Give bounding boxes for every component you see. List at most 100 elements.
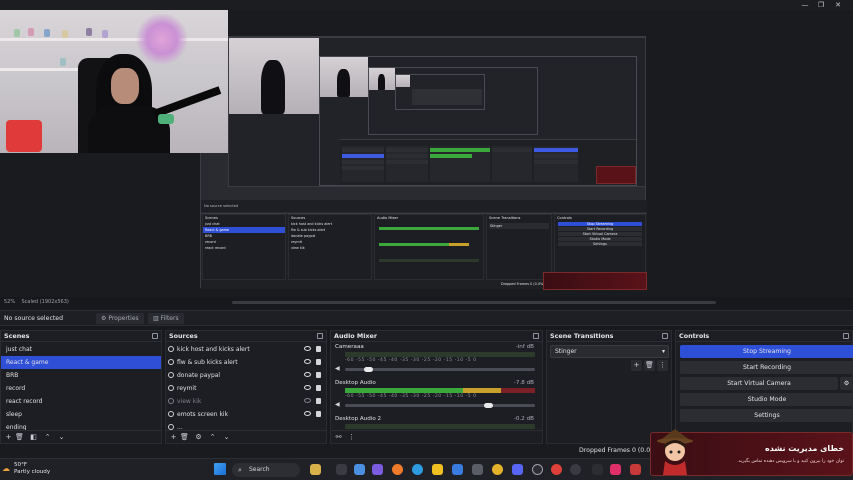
lock-icon[interactable] bbox=[316, 398, 321, 404]
maximize-icon[interactable]: ❐ bbox=[813, 0, 829, 10]
volume-slider[interactable] bbox=[345, 367, 535, 372]
firefox-icon[interactable] bbox=[392, 464, 403, 475]
stop-streaming-button[interactable]: Stop Streaming bbox=[680, 345, 853, 358]
virtual-camera-settings-button[interactable]: ⚙ bbox=[840, 377, 853, 390]
lock-icon[interactable] bbox=[316, 359, 321, 365]
dock-float-icon[interactable] bbox=[533, 333, 539, 339]
start-virtual-camera-button[interactable]: Start Virtual Camera bbox=[680, 377, 838, 390]
source-item-hidden[interactable]: view kik bbox=[166, 395, 326, 408]
lock-icon[interactable] bbox=[316, 411, 321, 417]
properties-button[interactable]: ⚙ Properties bbox=[96, 313, 144, 324]
studio-mode-button[interactable]: Studio Mode bbox=[680, 393, 853, 406]
widgets-icon[interactable] bbox=[310, 464, 321, 475]
move-up-icon[interactable]: ⌃ bbox=[43, 431, 52, 444]
filters-button[interactable]: ▥ Filters bbox=[148, 313, 184, 324]
nested-preview-3 bbox=[368, 67, 538, 135]
source-item[interactable]: kick host and kicks alert bbox=[166, 343, 326, 356]
more-icon[interactable]: ⋮ bbox=[347, 431, 356, 444]
start-recording-button[interactable]: Start Recording bbox=[680, 361, 853, 374]
alert-title: خطای مدیریت نشده bbox=[765, 444, 844, 453]
gear-icon[interactable]: ⚙ bbox=[194, 431, 203, 444]
transition-select[interactable]: Stinger ▾ bbox=[550, 345, 669, 358]
scene-item[interactable]: record bbox=[1, 382, 161, 395]
app-icon[interactable] bbox=[630, 464, 641, 475]
discord-icon[interactable] bbox=[512, 464, 523, 475]
channel-db: -7.8 dB bbox=[513, 380, 534, 386]
close-icon[interactable]: ✕ bbox=[830, 0, 846, 10]
add-icon[interactable]: + bbox=[4, 431, 13, 444]
app-icon[interactable] bbox=[472, 464, 483, 475]
eye-icon[interactable] bbox=[304, 346, 311, 351]
meter-ticks: -60 -55 -50 -45 -40 -35 -30 -25 -20 -15 … bbox=[345, 394, 477, 399]
filter-icon[interactable]: ◧ bbox=[29, 431, 38, 444]
store-icon[interactable] bbox=[452, 464, 463, 475]
edge-icon[interactable] bbox=[412, 464, 423, 475]
trash-icon[interactable]: 🗑 bbox=[644, 360, 655, 371]
add-icon[interactable]: + bbox=[169, 431, 178, 444]
meter-fill-yellow bbox=[462, 388, 501, 393]
dropped-frames-label: Dropped Frames 0 (0.0%) bbox=[579, 447, 659, 454]
move-down-icon[interactable]: ⌄ bbox=[222, 431, 231, 444]
scene-item-selected[interactable]: React & game bbox=[1, 356, 161, 369]
chrome-icon[interactable] bbox=[492, 464, 503, 475]
volume-slider[interactable] bbox=[345, 403, 535, 408]
eye-icon[interactable] bbox=[304, 372, 311, 377]
source-item[interactable]: emots screen kik bbox=[166, 408, 326, 421]
move-down-icon[interactable]: ⌄ bbox=[57, 431, 66, 444]
settings-button[interactable]: Settings bbox=[680, 409, 853, 422]
eye-icon[interactable] bbox=[304, 411, 311, 416]
file-explorer-icon[interactable] bbox=[432, 464, 443, 475]
chevron-down-icon: ▾ bbox=[661, 348, 665, 355]
eye-icon[interactable] bbox=[304, 385, 311, 390]
channel-db: -0.2 dB bbox=[513, 416, 534, 422]
scene-item[interactable]: BRB bbox=[1, 369, 161, 382]
app-icon[interactable] bbox=[354, 464, 365, 475]
scene-item[interactable]: react record bbox=[1, 395, 161, 408]
source-item[interactable]: reymit bbox=[166, 382, 326, 395]
eye-hidden-icon[interactable] bbox=[304, 398, 311, 403]
source-item[interactable]: donate paypal bbox=[166, 369, 326, 382]
speaker-icon[interactable]: ◀ bbox=[335, 366, 341, 372]
lock-icon[interactable] bbox=[316, 346, 321, 352]
eye-icon[interactable] bbox=[304, 359, 311, 364]
dock-float-icon[interactable] bbox=[843, 333, 849, 339]
horizontal-scrollbar[interactable] bbox=[232, 301, 716, 304]
app-icon[interactable] bbox=[610, 464, 621, 475]
media-player-icon[interactable] bbox=[570, 464, 581, 475]
teams-icon[interactable] bbox=[372, 464, 383, 475]
weather-widget[interactable]: 50°F Partly cloudy bbox=[8, 462, 50, 476]
taskbar-search[interactable]: ⌕ Search bbox=[232, 463, 300, 477]
channel-name: Desktop Audio 2 bbox=[335, 416, 382, 422]
lock-icon[interactable] bbox=[316, 385, 321, 391]
scene-item[interactable]: just chat bbox=[1, 343, 161, 356]
dock-float-icon[interactable] bbox=[662, 333, 668, 339]
speaker-icon[interactable]: ◀ bbox=[335, 402, 341, 408]
trash-icon[interactable]: 🗑 bbox=[15, 431, 24, 444]
slider-knob[interactable] bbox=[363, 367, 373, 372]
lock-icon[interactable] bbox=[316, 372, 321, 378]
more-icon[interactable]: ⋮ bbox=[657, 360, 668, 371]
dock-float-icon[interactable] bbox=[317, 333, 323, 339]
title-bar: — ❐ ✕ bbox=[0, 0, 853, 10]
task-view-icon[interactable] bbox=[336, 464, 347, 475]
weather-desc: Partly cloudy bbox=[14, 469, 51, 475]
chrome-icon[interactable] bbox=[551, 464, 562, 475]
minimize-icon[interactable]: — bbox=[797, 0, 813, 10]
preview-status-bar: 52% Scaled (1902x563) bbox=[0, 297, 853, 307]
app-icon[interactable] bbox=[592, 464, 603, 475]
add-icon[interactable]: + bbox=[631, 360, 642, 371]
scene-item[interactable]: sleep bbox=[1, 408, 161, 421]
source-item[interactable]: flw & sub kicks alert bbox=[166, 356, 326, 369]
windows-start-icon[interactable] bbox=[214, 463, 226, 475]
dock-float-icon[interactable] bbox=[152, 333, 158, 339]
move-up-icon[interactable]: ⌃ bbox=[208, 431, 217, 444]
volume-meter bbox=[345, 424, 535, 429]
slider-knob[interactable] bbox=[483, 403, 493, 408]
scenes-toolbar: + 🗑 ◧ ⌃ ⌄ bbox=[1, 430, 161, 443]
scenes-header: Scenes bbox=[1, 331, 161, 342]
search-icon: ⌕ bbox=[238, 466, 242, 474]
trash-icon[interactable]: 🗑 bbox=[180, 431, 189, 444]
obs-icon[interactable] bbox=[532, 464, 543, 475]
preview-canvas: No source selected Scenes just chat Reac… bbox=[200, 36, 647, 290]
link-icon[interactable]: ⚯ bbox=[334, 431, 343, 444]
